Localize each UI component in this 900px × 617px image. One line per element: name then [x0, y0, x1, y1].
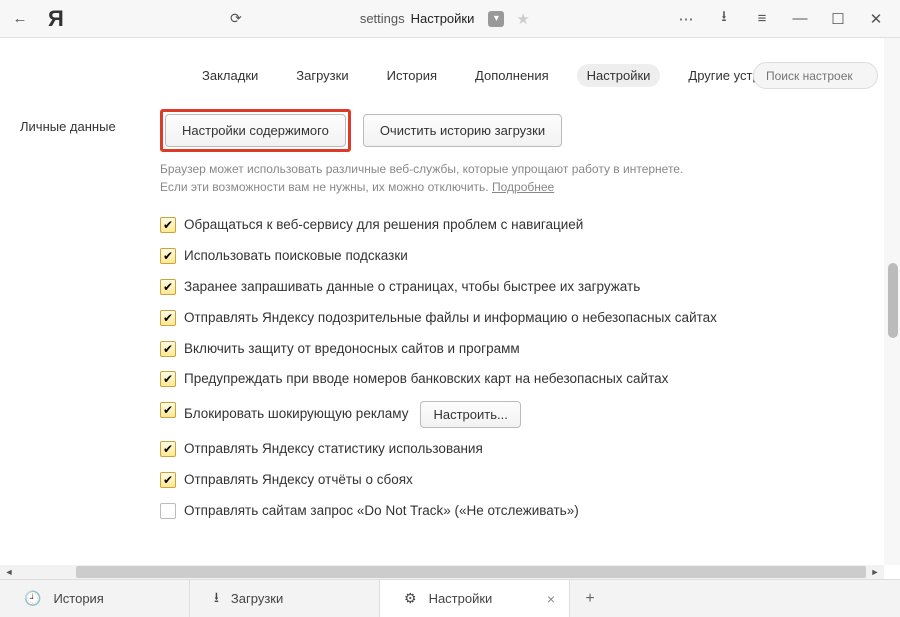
help-text: Браузер может использовать различные веб…: [160, 160, 780, 196]
checkbox[interactable]: ✔: [160, 402, 176, 418]
highlight-annotation: Настройки содержимого: [160, 109, 351, 152]
tab-label: Загрузки: [231, 591, 283, 606]
checkbox-label: Предупреждать при вводе номеров банковск…: [184, 370, 668, 389]
tab-label: История: [53, 591, 103, 606]
downloads-icon[interactable]: ⭳: [706, 5, 742, 33]
checkbox[interactable]: ✔: [160, 279, 176, 295]
checkbox-label: Отправлять Яндексу отчёты о сбоях: [184, 471, 413, 490]
checkbox-label: Отправлять Яндексу статистику использова…: [184, 440, 483, 459]
nav-settings[interactable]: Настройки: [577, 64, 661, 87]
close-window-button[interactable]: ✕: [858, 5, 894, 33]
vertical-scroll-thumb[interactable]: [888, 263, 898, 338]
bookmark-star-icon[interactable]: ★: [516, 10, 529, 28]
scroll-right-icon[interactable]: ►: [866, 565, 884, 579]
checkbox-row: ✔ Включить защиту от вредоносных сайтов и…: [160, 334, 870, 365]
maximize-button[interactable]: ☐: [820, 5, 856, 33]
close-tab-icon[interactable]: ×: [547, 591, 555, 607]
nav-history[interactable]: История: [377, 64, 447, 87]
checkbox-row: Отправлять сайтам запрос «Do Not Track» …: [160, 496, 870, 527]
tab-downloads[interactable]: ⭳ Загрузки: [190, 580, 380, 617]
section-heading: Личные данные: [20, 109, 160, 134]
clock-icon: 🕘: [24, 590, 41, 607]
checkbox[interactable]: ✔: [160, 472, 176, 488]
search-input[interactable]: [753, 62, 878, 89]
titlebar: ← Я ⟳ settings Настройки ▾ ★ ⋯ ⭳ ≡ — ☐ ✕: [0, 0, 900, 38]
checkbox-row: ✔ Предупреждать при вводе номеров банковс…: [160, 364, 870, 395]
refresh-button[interactable]: ⟳: [222, 5, 250, 33]
checkbox-label: Блокировать шокирующую рекламу: [184, 405, 408, 424]
menu-button[interactable]: ≡: [744, 5, 780, 33]
checkbox[interactable]: ✔: [160, 217, 176, 233]
page-title: Настройки: [411, 11, 475, 26]
checkbox[interactable]: ✔: [160, 371, 176, 387]
checkbox-row: ✔ Использовать поисковые подсказки: [160, 241, 870, 272]
yandex-logo[interactable]: Я: [48, 6, 64, 32]
more-button[interactable]: ⋯: [668, 5, 704, 33]
checkbox-row: ✔ Блокировать шокирующую рекламу Настроить…: [160, 395, 870, 434]
nav-extensions[interactable]: Дополнения: [465, 64, 559, 87]
scroll-left-icon[interactable]: ◄: [0, 565, 18, 579]
back-button[interactable]: ←: [6, 5, 34, 33]
address-bar[interactable]: settings Настройки ▾ ★: [360, 10, 530, 28]
horizontal-scrollbar[interactable]: ◄ ►: [0, 565, 884, 579]
tab-history[interactable]: 🕘 История: [0, 580, 190, 617]
checkbox-label: Заранее запрашивать данные о страницах, …: [184, 278, 640, 297]
download-icon: ⭳: [214, 587, 219, 611]
checkbox-row: ✔ Обращаться к веб-сервису для решения пр…: [160, 210, 870, 241]
new-tab-button[interactable]: +: [570, 580, 610, 617]
checkbox[interactable]: ✔: [160, 248, 176, 264]
settings-nav: Закладки Загрузки История Дополнения Нас…: [0, 38, 900, 101]
tab-settings[interactable]: ⚙ Настройки ×: [380, 580, 570, 617]
address-prefix: settings: [360, 11, 405, 26]
checkbox[interactable]: ✔: [160, 341, 176, 357]
horizontal-scroll-thumb[interactable]: [76, 566, 866, 578]
gear-icon: ⚙: [404, 590, 417, 607]
vertical-scrollbar[interactable]: [884, 38, 900, 565]
checkbox-label: Отправлять Яндексу подозрительные файлы …: [184, 309, 717, 328]
content-settings-button[interactable]: Настройки содержимого: [165, 114, 346, 147]
checkbox[interactable]: ✔: [160, 441, 176, 457]
minimize-button[interactable]: —: [782, 5, 818, 33]
tab-label: Настройки: [429, 591, 493, 606]
checkbox[interactable]: ✔: [160, 310, 176, 326]
checkbox-label: Включить защиту от вредоносных сайтов и …: [184, 340, 520, 359]
checkbox-row: ✔ Заранее запрашивать данные о страницах,…: [160, 272, 870, 303]
tabstrip: 🕘 История ⭳ Загрузки ⚙ Настройки × +: [0, 579, 900, 617]
checkbox-label: Обращаться к веб-сервису для решения про…: [184, 216, 583, 235]
checkbox-row: ✔ Отправлять Яндексу подозрительные файлы…: [160, 303, 870, 334]
checkbox-label: Отправлять сайтам запрос «Do Not Track» …: [184, 502, 579, 521]
nav-bookmarks[interactable]: Закладки: [192, 64, 268, 87]
protect-badge-icon: ▾: [488, 11, 504, 27]
clear-history-button[interactable]: Очистить историю загрузки: [363, 114, 562, 147]
learn-more-link[interactable]: Подробнее: [492, 180, 554, 194]
checkbox-label: Использовать поисковые подсказки: [184, 247, 408, 266]
checkbox[interactable]: [160, 503, 176, 519]
checkbox-row: ✔ Отправлять Яндексу отчёты о сбоях: [160, 465, 870, 496]
configure-button[interactable]: Настроить...: [420, 401, 520, 428]
nav-downloads[interactable]: Загрузки: [286, 64, 358, 87]
personal-data-section: Личные данные Настройки содержимого Очис…: [0, 101, 900, 527]
checkbox-row: ✔ Отправлять Яндексу статистику использов…: [160, 434, 870, 465]
